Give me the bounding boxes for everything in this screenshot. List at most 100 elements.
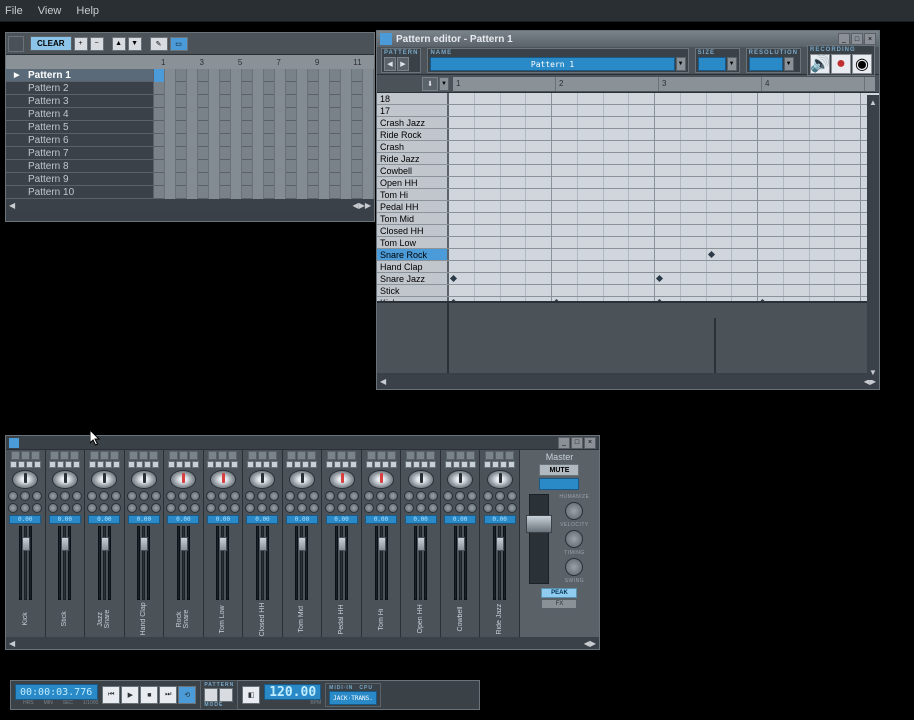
send6-knob[interactable] — [230, 503, 240, 513]
pattern-row[interactable]: Pattern 4 — [6, 108, 374, 121]
song-cell[interactable] — [308, 69, 319, 82]
bc-button[interactable]: ◧ — [242, 686, 260, 704]
clear-button[interactable]: CLEAR — [30, 36, 72, 51]
pattern-name-field[interactable]: Pattern 1 — [430, 57, 674, 71]
note-cell[interactable] — [758, 273, 784, 284]
pattern-label[interactable]: Pattern 8 — [6, 160, 154, 172]
note-cell[interactable] — [655, 177, 681, 188]
fader-handle[interactable] — [180, 537, 188, 551]
note-cell[interactable] — [835, 93, 861, 104]
song-cell[interactable] — [308, 95, 319, 108]
song-cell[interactable] — [154, 134, 165, 147]
note-cell[interactable] — [758, 201, 784, 212]
note-cell[interactable] — [501, 93, 527, 104]
send2-knob[interactable] — [178, 491, 188, 501]
note-cell[interactable] — [552, 249, 578, 260]
song-up-btn[interactable]: ▲ — [112, 37, 126, 51]
send6-knob[interactable] — [388, 503, 398, 513]
ch-fader[interactable] — [24, 526, 27, 600]
note-cell[interactable] — [475, 105, 501, 116]
ch-fx2-btn[interactable] — [97, 461, 104, 468]
pan-knob[interactable] — [210, 470, 236, 489]
note-cell[interactable] — [732, 213, 758, 224]
note-cell[interactable] — [810, 117, 836, 128]
song-cell[interactable] — [242, 160, 253, 173]
song-cell[interactable] — [253, 69, 264, 82]
song-cell[interactable] — [154, 95, 165, 108]
ch-fx3-btn[interactable] — [223, 461, 230, 468]
instrument-row[interactable]: 17 — [377, 105, 879, 117]
song-cell[interactable] — [264, 82, 275, 95]
send3-knob[interactable] — [32, 491, 42, 501]
instrument-row[interactable]: Tom Hi — [377, 189, 879, 201]
song-cell[interactable] — [352, 108, 363, 121]
mode-pattern-btn[interactable] — [219, 688, 233, 702]
ch-fader[interactable] — [261, 526, 264, 600]
ch-fx3-btn[interactable] — [461, 461, 468, 468]
song-cell[interactable] — [209, 160, 220, 173]
send6-knob[interactable] — [309, 503, 319, 513]
pattern-row[interactable]: Pattern 5 — [6, 121, 374, 134]
ch-fx4-btn[interactable] — [113, 461, 120, 468]
song-cell[interactable] — [165, 186, 176, 199]
song-cell[interactable] — [176, 69, 187, 82]
note-cell[interactable] — [681, 177, 707, 188]
note-cell[interactable] — [732, 225, 758, 236]
pan-knob[interactable] — [447, 470, 473, 489]
note-cell[interactable] — [655, 261, 681, 272]
send2-knob[interactable] — [416, 491, 426, 501]
bpm-display[interactable]: 120.00 — [264, 684, 321, 700]
ch-mute-btn[interactable] — [179, 451, 188, 460]
mixer-titlebar[interactable]: _ □ × — [6, 436, 599, 449]
send1-knob[interactable] — [364, 491, 374, 501]
note-cell[interactable] — [655, 189, 681, 200]
ch-fx4-btn[interactable] — [271, 461, 278, 468]
note-cell[interactable] — [629, 273, 655, 284]
song-cell[interactable] — [187, 147, 198, 160]
note-cell[interactable] — [758, 249, 784, 260]
note-cell[interactable] — [604, 261, 630, 272]
mode-song-btn[interactable] — [204, 688, 218, 702]
ch-fader[interactable] — [103, 526, 106, 600]
note-cell[interactable] — [449, 141, 475, 152]
note-cell[interactable] — [835, 249, 861, 260]
note-cell[interactable] — [784, 285, 810, 296]
send5-knob[interactable] — [297, 503, 307, 513]
note-cell[interactable] — [758, 165, 784, 176]
ch-fx2-btn[interactable] — [294, 461, 301, 468]
pattern-label[interactable]: Pattern 1 — [6, 69, 154, 81]
note-cell[interactable] — [810, 201, 836, 212]
instrument-label[interactable]: Closed HH — [377, 225, 449, 236]
song-cell[interactable] — [242, 95, 253, 108]
song-cell[interactable] — [363, 108, 374, 121]
pan-knob[interactable] — [52, 470, 78, 489]
song-cell[interactable] — [176, 160, 187, 173]
song-cell[interactable] — [165, 160, 176, 173]
note-cell[interactable] — [835, 165, 861, 176]
song-cell[interactable] — [176, 95, 187, 108]
note-cell[interactable] — [578, 189, 604, 200]
note-cell[interactable] — [784, 249, 810, 260]
ch-fx1-btn[interactable] — [326, 461, 333, 468]
song-cell[interactable] — [352, 134, 363, 147]
send5-knob[interactable] — [337, 503, 347, 513]
note-cell[interactable] — [732, 201, 758, 212]
song-cell[interactable] — [330, 108, 341, 121]
song-cell[interactable] — [341, 95, 352, 108]
note-cell[interactable] — [655, 273, 681, 284]
song-cell[interactable] — [242, 108, 253, 121]
note-cell[interactable] — [629, 141, 655, 152]
song-cell[interactable] — [308, 160, 319, 173]
instrument-row[interactable]: Tom Low — [377, 237, 879, 249]
song-cell[interactable] — [209, 134, 220, 147]
ch-play-btn[interactable] — [248, 451, 257, 460]
send1-knob[interactable] — [48, 491, 58, 501]
send3-knob[interactable] — [190, 491, 200, 501]
ch-fx1-btn[interactable] — [49, 461, 56, 468]
song-cell[interactable] — [308, 134, 319, 147]
note-cell[interactable] — [449, 285, 475, 296]
song-cell[interactable] — [330, 173, 341, 186]
note-cell[interactable] — [552, 105, 578, 116]
instrument-label[interactable]: Tom Low — [377, 237, 449, 248]
note-cell[interactable] — [501, 237, 527, 248]
